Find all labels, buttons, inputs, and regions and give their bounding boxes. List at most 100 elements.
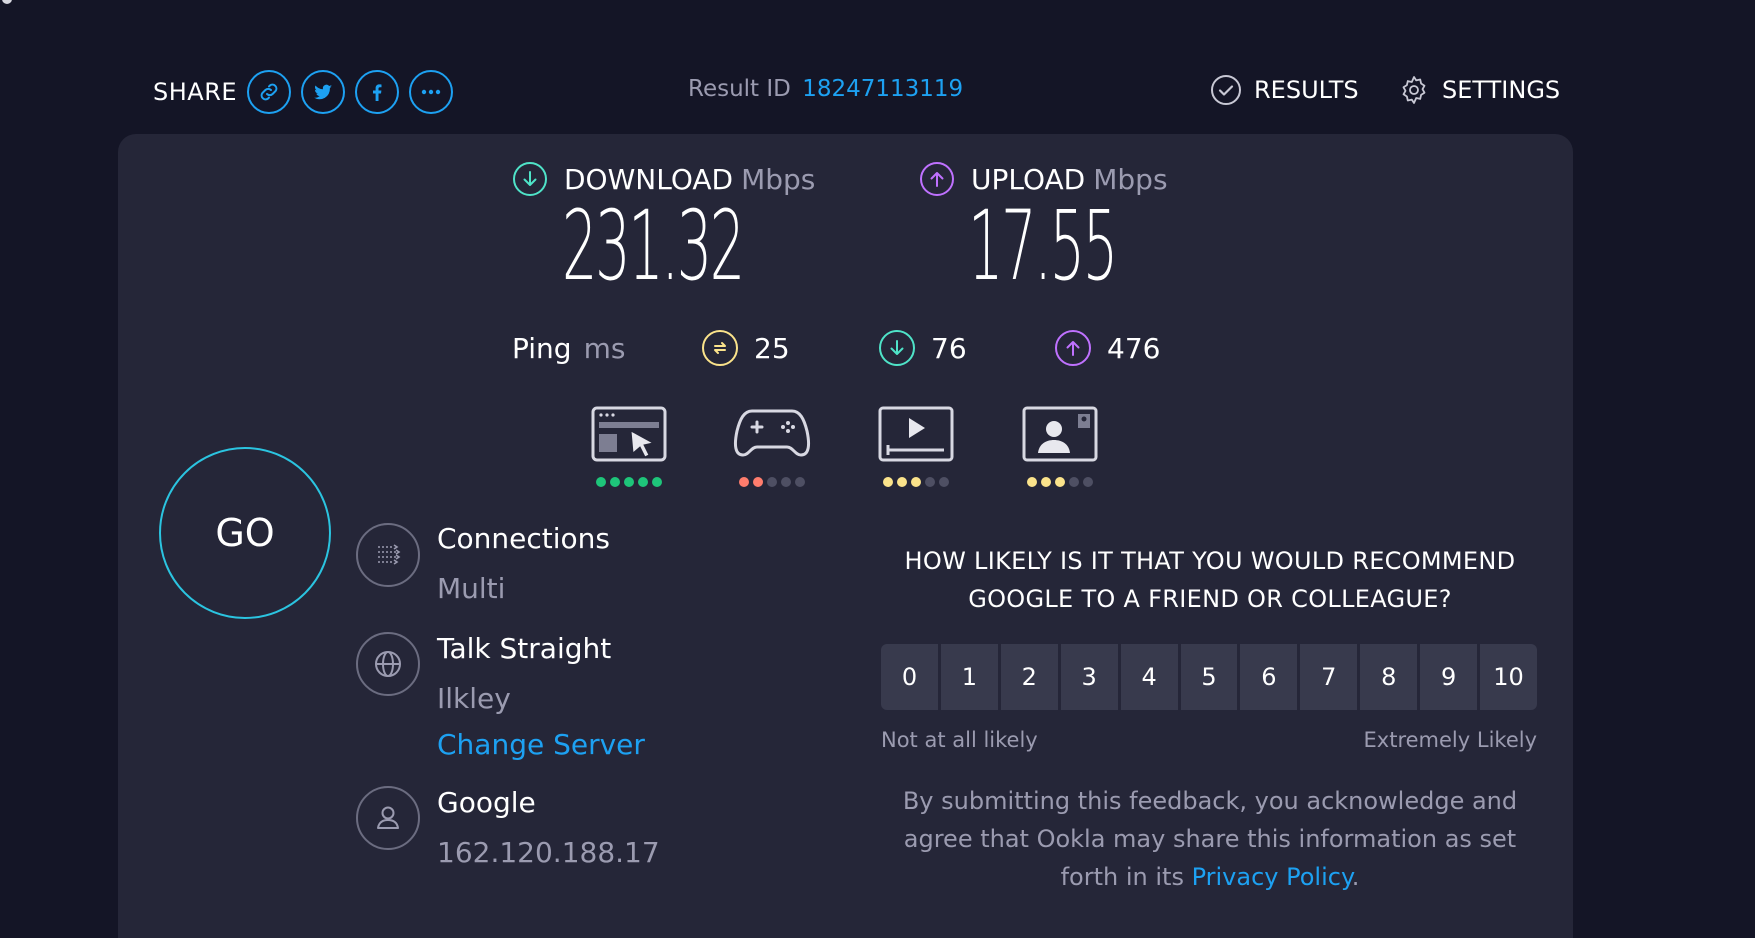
video-chat-icon	[1022, 406, 1098, 462]
disclaimer-line: agree that Ookla may share this informat…	[903, 825, 1517, 853]
go-button[interactable]: GO	[159, 447, 331, 619]
nps-option[interactable]: 7	[1300, 644, 1358, 710]
gaming-rating	[732, 477, 812, 487]
rating-dot	[1027, 477, 1037, 487]
results-button[interactable]: RESULTS	[1210, 74, 1359, 106]
change-server-link[interactable]: Change Server	[437, 728, 645, 761]
gaming-quality[interactable]	[732, 405, 812, 487]
nps-scale: 0 1 2 3 4 5 6 7 8 9 10	[881, 644, 1537, 710]
rating-dot	[897, 477, 907, 487]
rating-dot	[1041, 477, 1051, 487]
facebook-icon	[373, 84, 382, 101]
rating-dot	[925, 477, 935, 487]
connections-icon	[356, 523, 420, 587]
feedback-disclaimer: By submitting this feedback, you acknowl…	[880, 782, 1540, 896]
share-bar: SHARE	[153, 70, 463, 114]
user-icon	[356, 786, 420, 850]
upload-latency-icon	[1055, 330, 1091, 366]
privacy-policy-link[interactable]: Privacy Policy	[1192, 863, 1352, 891]
browsing-rating	[589, 477, 669, 487]
top-bar-remnant	[0, 0, 1755, 10]
survey-question-line: GOOGLE TO A FRIEND OR COLLEAGUE?	[968, 585, 1452, 613]
upload-arrow-icon	[920, 162, 954, 196]
ping-download-value: 76	[931, 331, 967, 365]
scale-low-label: Not at all likely	[881, 728, 1038, 752]
nps-option[interactable]: 2	[1000, 644, 1058, 710]
link-share-button[interactable]	[247, 70, 292, 114]
share-label: SHARE	[153, 78, 238, 106]
rating-dot	[795, 477, 805, 487]
rating-dot	[781, 477, 791, 487]
streaming-quality[interactable]	[876, 405, 956, 487]
download-latency-icon	[879, 330, 915, 366]
nps-option[interactable]: 5	[1180, 644, 1238, 710]
rating-dot	[939, 477, 949, 487]
nps-option[interactable]: 0	[881, 644, 938, 710]
rating-dot	[624, 477, 634, 487]
provider-name: Google	[437, 786, 536, 819]
nps-option[interactable]: 9	[1420, 644, 1478, 710]
server-location: Ilkley	[437, 682, 511, 715]
more-share-button[interactable]	[409, 70, 454, 114]
rating-dot	[911, 477, 921, 487]
nps-option[interactable]: 6	[1240, 644, 1298, 710]
result-id-label: Result ID	[688, 76, 791, 102]
server-name: Talk Straight	[437, 632, 612, 665]
result-id-link[interactable]: 18247113119	[802, 76, 963, 102]
rating-dot	[1083, 477, 1093, 487]
rating-dot	[1069, 477, 1079, 487]
idle-latency-icon	[702, 330, 738, 366]
scale-high-label: Extremely Likely	[1363, 728, 1537, 752]
settings-label: SETTINGS	[1442, 76, 1561, 104]
ping-label: Ping	[512, 332, 572, 365]
download-arrow-icon	[513, 162, 547, 196]
more-icon	[421, 89, 441, 95]
gear-icon	[1402, 76, 1426, 104]
video-play-icon	[878, 406, 954, 462]
twitter-share-button[interactable]	[301, 70, 346, 114]
disclaimer-suffix: .	[1351, 863, 1360, 891]
gamepad-icon	[733, 409, 811, 457]
video-chat-quality[interactable]	[1020, 405, 1100, 487]
video-chat-rating	[1020, 477, 1100, 487]
rating-dot	[610, 477, 620, 487]
download-unit: Mbps	[741, 162, 816, 196]
browsing-quality[interactable]	[589, 405, 669, 487]
results-label: RESULTS	[1254, 76, 1359, 104]
ping-download: 76	[879, 330, 967, 366]
disclaimer-line: By submitting this feedback, you acknowl…	[902, 787, 1518, 815]
check-circle-icon	[1211, 75, 1241, 105]
browsing-icon	[591, 406, 667, 462]
globe-icon	[356, 632, 420, 696]
nps-option[interactable]: 3	[1060, 644, 1118, 710]
connections-value: Multi	[437, 572, 506, 605]
survey-question: HOW LIKELY IS IT THAT YOU WOULD RECOMMEN…	[880, 542, 1540, 618]
facebook-share-button[interactable]	[355, 70, 400, 114]
ping-unit: ms	[583, 332, 626, 365]
rating-dot	[596, 477, 606, 487]
rating-dot	[638, 477, 648, 487]
survey-question-line: HOW LIKELY IS IT THAT YOU WOULD RECOMMEN…	[904, 547, 1516, 575]
disclaimer-line: forth in its Privacy Policy.	[880, 858, 1540, 896]
ping-upload: 476	[1055, 330, 1160, 366]
upload-speed: 17.55	[968, 190, 1118, 302]
rating-dot	[753, 477, 763, 487]
nps-option[interactable]: 1	[940, 644, 998, 710]
rating-dot	[1055, 477, 1065, 487]
settings-button[interactable]: SETTINGS	[1398, 74, 1560, 106]
ping-idle-value: 25	[754, 331, 790, 365]
disclaimer-prefix: forth in its	[1060, 863, 1184, 891]
nps-option[interactable]: 8	[1360, 644, 1418, 710]
rating-dot	[883, 477, 893, 487]
link-icon	[260, 83, 278, 101]
nps-option[interactable]: 4	[1120, 644, 1178, 710]
result-id: Result ID 18247113119	[688, 76, 963, 102]
nps-option[interactable]: 10	[1480, 644, 1537, 710]
ping-upload-value: 476	[1107, 331, 1161, 365]
download-speed: 231.32	[562, 190, 745, 302]
ping-idle: 25	[702, 330, 790, 366]
logo-fragment	[2, 0, 12, 4]
twitter-icon	[314, 84, 333, 100]
provider-ip: 162.120.188.17	[437, 836, 660, 869]
rating-dot	[652, 477, 662, 487]
